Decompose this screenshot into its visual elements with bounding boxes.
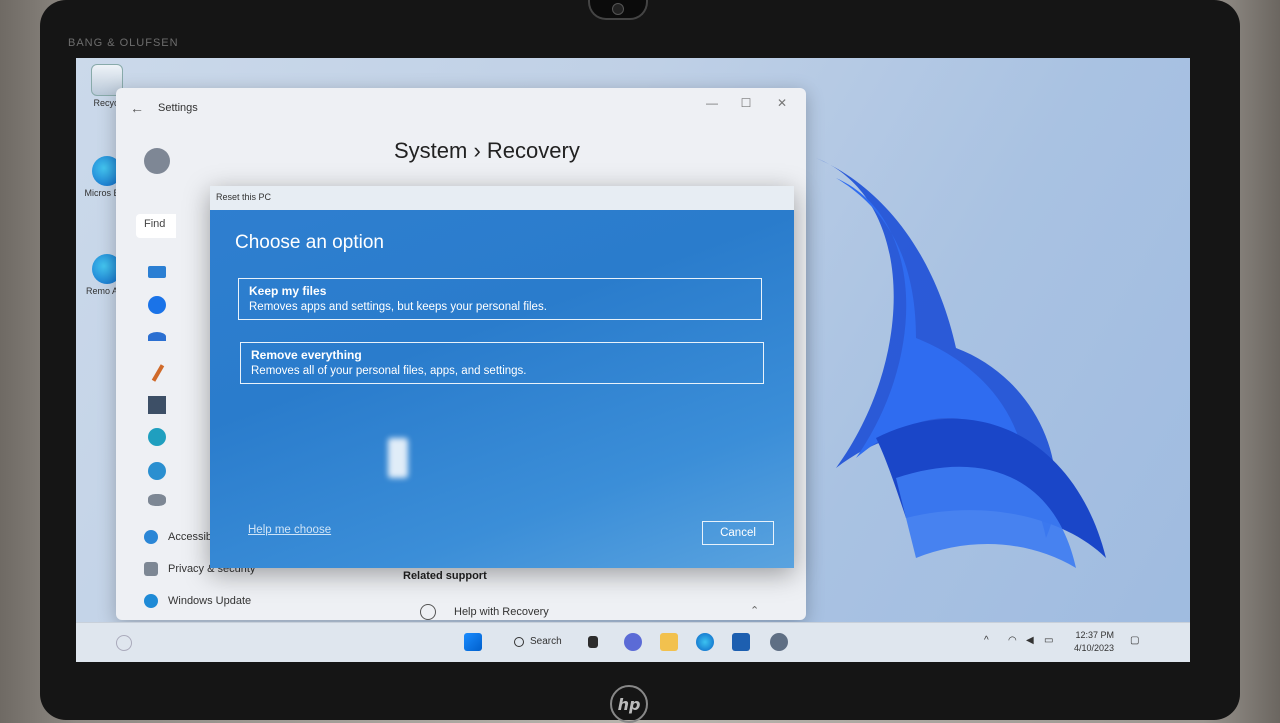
option-title: Keep my files	[249, 284, 327, 298]
hp-logo: hp	[610, 685, 648, 723]
start-icon[interactable]	[464, 633, 482, 651]
gaming-icon[interactable]	[148, 494, 166, 506]
option-description: Removes apps and settings, but keeps you…	[249, 301, 547, 313]
screen-glare	[388, 438, 408, 478]
back-arrow-icon[interactable]: ←	[130, 100, 144, 116]
screen: Recycl Micros Edg Remo App ← Settings — …	[76, 58, 1190, 662]
bluetooth-icon[interactable]	[148, 296, 166, 314]
windows-bloom-wallpaper	[816, 158, 1106, 568]
help-with-recovery-row[interactable]: Help with Recovery	[420, 604, 549, 620]
store-icon[interactable]	[732, 633, 750, 651]
accessibility-icon	[144, 530, 158, 544]
shield-icon	[144, 562, 158, 576]
dialog-title-bar: Reset this PC	[210, 186, 794, 210]
settings-window: ← Settings — ☐ ✕ System › Recovery Find …	[116, 88, 806, 620]
taskbar-search[interactable]: Search	[514, 636, 562, 647]
reset-pc-dialog: Reset this PC Choose an option Keep my f…	[210, 186, 794, 568]
wifi-icon[interactable]: ◠	[1008, 635, 1017, 646]
file-explorer-icon[interactable]	[660, 633, 678, 651]
keep-my-files-option[interactable]: Keep my files Removes apps and settings,…	[238, 278, 762, 320]
chat-icon[interactable]	[624, 633, 642, 651]
maximize-button[interactable]: ☐	[736, 96, 756, 110]
webcam	[588, 0, 648, 20]
volume-icon[interactable]: ◀	[1026, 635, 1034, 646]
system-icon[interactable]	[148, 266, 166, 278]
settings-gear-icon[interactable]	[770, 633, 788, 651]
close-button[interactable]: ✕	[772, 96, 792, 110]
remove-everything-option[interactable]: Remove everything Removes all of your pe…	[240, 342, 764, 384]
related-support-heading: Related support	[403, 570, 487, 582]
user-avatar	[144, 148, 170, 174]
widgets-icon[interactable]	[116, 635, 132, 651]
title-bar: ← Settings — ☐ ✕	[116, 88, 806, 128]
taskbar: Search ^ ◠ ◀ ▭ 12:37 PM 4/10/2023 ▢	[76, 622, 1190, 662]
find-setting-input[interactable]: Find	[136, 214, 176, 238]
brand-label: BANG & OLUFSEN	[68, 37, 179, 49]
window-title: Settings	[158, 102, 198, 114]
personalization-icon[interactable]	[151, 364, 165, 382]
taskbar-clock[interactable]: 12:37 PM 4/10/2023	[1074, 629, 1114, 655]
dialog-heading: Choose an option	[235, 232, 384, 253]
show-hidden-icons-chevron[interactable]: ^	[984, 635, 989, 646]
apps-icon[interactable]	[148, 396, 166, 414]
chevron-up-icon[interactable]: ⌃	[750, 604, 759, 617]
edge-icon[interactable]	[696, 633, 714, 651]
page-title: System › Recovery	[394, 138, 580, 163]
clock-date: 4/10/2023	[1074, 643, 1115, 653]
battery-icon[interactable]: ▭	[1044, 635, 1053, 646]
help-me-choose-link[interactable]: Help me choose	[248, 524, 331, 536]
option-title: Remove everything	[251, 348, 362, 362]
clock-time: 12:37 PM	[1075, 630, 1115, 640]
minimize-button[interactable]: —	[702, 96, 722, 110]
accounts-icon[interactable]	[148, 428, 166, 446]
windows-update-icon	[144, 594, 158, 608]
option-description: Removes all of your personal files, apps…	[251, 365, 527, 377]
globe-icon	[420, 604, 436, 620]
cancel-button[interactable]: Cancel	[702, 521, 774, 545]
network-icon[interactable]	[148, 332, 166, 341]
search-icon	[514, 636, 524, 647]
dialog-title: Reset this PC	[216, 192, 272, 202]
task-view-icon[interactable]	[588, 636, 598, 648]
time-language-icon[interactable]	[148, 462, 166, 480]
notifications-icon[interactable]: ▢	[1130, 635, 1139, 646]
nav-windows-update[interactable]: Windows Update	[144, 594, 251, 608]
